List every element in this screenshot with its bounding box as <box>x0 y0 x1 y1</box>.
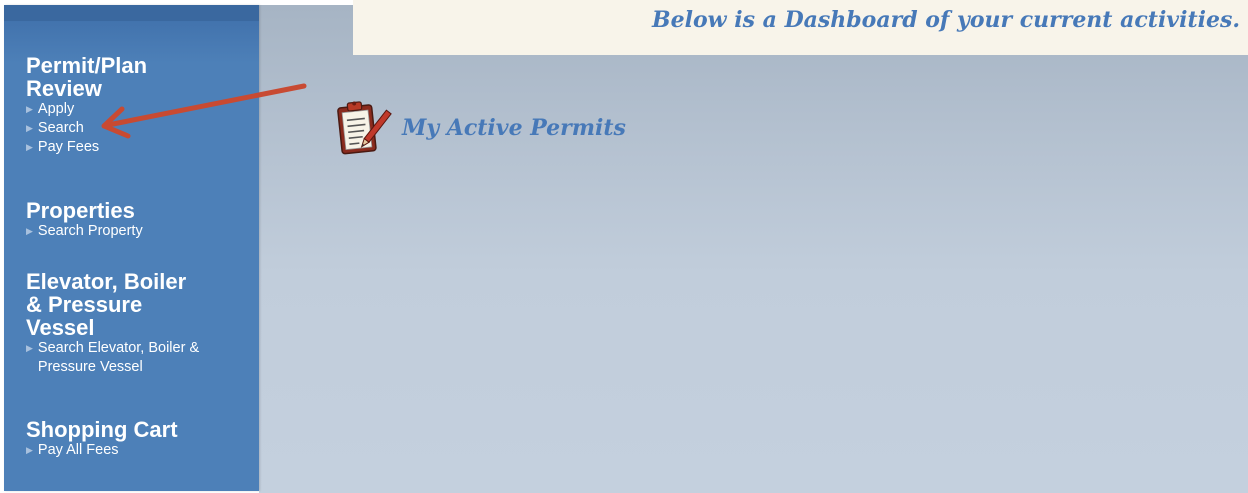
nav-link-label: Apply <box>37 101 75 117</box>
page-root: Below is a Dashboard of your current act… <box>0 0 1248 493</box>
nav-link-pay-fees[interactable]: ▶ Pay Fees <box>26 138 256 157</box>
my-active-permits-title[interactable]: My Active Permits <box>402 115 626 141</box>
nav-group-elevator-boiler: Elevator, Boiler & Pressure Vessel ▶ Sea… <box>26 270 256 377</box>
nav-link-pay-all-fees[interactable]: ▶ Pay All Fees <box>26 441 256 460</box>
nav-link-search[interactable]: ▶ Search <box>26 119 256 138</box>
nav-link-search-elevator-boiler[interactable]: ▶ Search Elevator, Boiler & Pressure Ves… <box>26 339 256 377</box>
nav-heading-elevator-boiler: Elevator, Boiler & Pressure Vessel <box>26 269 187 340</box>
nav-link-label: Search Elevator, Boiler & Pressure Vesse… <box>37 340 200 375</box>
sidebar-top-strip <box>4 5 259 21</box>
dashboard-banner: Below is a Dashboard of your current act… <box>353 0 1248 55</box>
triangle-right-icon: ▶ <box>26 343 33 353</box>
nav-link-apply[interactable]: ▶ Apply <box>26 100 256 119</box>
nav-link-label: Pay All Fees <box>37 442 119 458</box>
triangle-right-icon: ▶ <box>26 445 33 455</box>
nav-heading-permit-plan-review: Permit/Plan Review <box>26 53 148 101</box>
sidebar-nav: Permit/Plan Review ▶ Apply ▶ Search ▶ Pa… <box>4 5 259 491</box>
nav-group-permit-plan-review: Permit/Plan Review ▶ Apply ▶ Search ▶ Pa… <box>26 54 256 157</box>
main-content-area <box>259 5 1248 493</box>
nav-heading-shopping-cart: Shopping Cart <box>26 417 178 442</box>
clipboard-icon <box>337 101 392 155</box>
nav-link-label: Pay Fees <box>37 139 100 155</box>
triangle-right-icon: ▶ <box>26 226 33 236</box>
nav-group-properties: Properties ▶ Search Property <box>26 199 256 241</box>
nav-link-search-property[interactable]: ▶ Search Property <box>26 222 256 241</box>
triangle-right-icon: ▶ <box>26 142 33 152</box>
triangle-right-icon: ▶ <box>26 104 33 114</box>
nav-group-shopping-cart: Shopping Cart ▶ Pay All Fees <box>26 418 256 460</box>
my-active-permits-section: My Active Permits <box>330 98 626 158</box>
banner-text: Below is a Dashboard of your current act… <box>652 7 1240 33</box>
nav-link-label: Search <box>37 120 84 136</box>
triangle-right-icon: ▶ <box>26 123 33 133</box>
nav-link-label: Search Property <box>37 223 143 239</box>
nav-heading-properties: Properties <box>26 198 135 223</box>
